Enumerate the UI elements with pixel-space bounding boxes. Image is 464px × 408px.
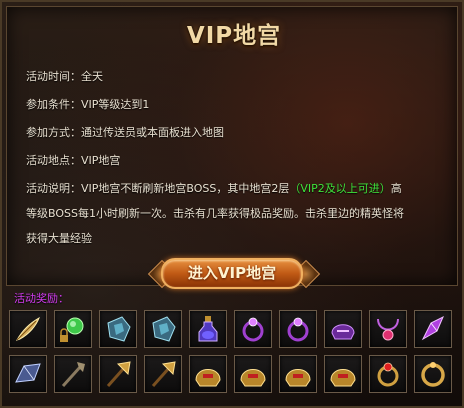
reward-slot[interactable] [414, 310, 452, 348]
gold-red-helmet-icon [240, 369, 266, 387]
reward-slot[interactable] [279, 355, 317, 393]
potion-bottle-icon [198, 316, 218, 342]
reward-slot[interactable] [324, 310, 362, 348]
dark-staff-icon [61, 362, 85, 388]
gold-ring-icon [421, 362, 445, 387]
reward-slot[interactable] [9, 310, 47, 348]
golden-axe-icon [151, 361, 176, 387]
blue-crystal-icon [15, 363, 41, 383]
gold-red-ring-icon [377, 362, 399, 387]
reward-slot[interactable] [54, 355, 92, 393]
activity-time: 活动时间：全天 [26, 70, 103, 83]
vip-requirement-note: （VIP2及以上可进） [289, 182, 391, 195]
reward-slot[interactable] [99, 310, 137, 348]
rewards-grid [9, 310, 459, 404]
reward-slot[interactable] [279, 310, 317, 348]
gold-red-helmet-icon [330, 369, 356, 387]
purple-crystal-icon [421, 315, 444, 341]
purple-gem-ring-icon [287, 317, 309, 342]
reward-slot[interactable] [324, 355, 362, 393]
reward-slot[interactable] [144, 310, 182, 348]
description-line-3: 获得大量经验 [26, 232, 92, 245]
purple-helmet-icon [331, 324, 355, 340]
reward-slot[interactable] [234, 310, 272, 348]
reward-slot[interactable] [9, 355, 47, 393]
participation-method: 参加方式：通过传送员或本面板进入地图 [26, 126, 224, 139]
activity-description: 活动说明：VIP地宫不断刷新地宫BOSS，其中地宫2层（VIP2及以上可进）高 [26, 180, 402, 196]
panel-title: VIP地宫 [186, 23, 282, 49]
green-orb-locked-icon [60, 317, 84, 342]
reward-slot[interactable] [99, 355, 137, 393]
golden-feather-icon [15, 316, 40, 341]
blue-rune-stone-icon [152, 316, 176, 342]
reward-slot[interactable] [189, 355, 227, 393]
description-text: 活动说明：VIP地宫不断刷新地宫BOSS，其中地宫2层 [26, 182, 290, 195]
description-line-2: 等级BOSS每1小时刷新一次。击杀有几率获得极品奖励。击杀里边的精英怪将 [26, 207, 404, 220]
purple-gem-ring-icon [242, 317, 264, 342]
reward-slot[interactable] [234, 355, 272, 393]
golden-axe-icon [106, 361, 131, 387]
enter-vip-dungeon-button[interactable]: 进入VIP地宫 [161, 258, 303, 289]
rewards-label: 活动奖励： [14, 292, 69, 305]
reward-slot[interactable] [144, 355, 182, 393]
participation-condition: 参加条件：VIP等级达到1 [26, 98, 150, 111]
reward-slot[interactable] [54, 310, 92, 348]
vip-dungeon-panel: VIP地宫 活动时间：全天 参加条件：VIP等级达到1 参加方式：通过传送员或本… [0, 0, 464, 408]
reward-slot[interactable] [189, 310, 227, 348]
reward-slot[interactable] [414, 355, 452, 393]
blue-rune-stone-icon [107, 316, 131, 342]
activity-location: 活动地点：VIP地宫 [26, 154, 121, 167]
gold-red-helmet-icon [285, 369, 311, 387]
gold-red-helmet-icon [195, 369, 221, 387]
reward-slot[interactable] [369, 355, 407, 393]
reward-slot[interactable] [369, 310, 407, 348]
description-text-cont: 高 [390, 182, 402, 195]
purple-necklace-icon [377, 318, 399, 341]
